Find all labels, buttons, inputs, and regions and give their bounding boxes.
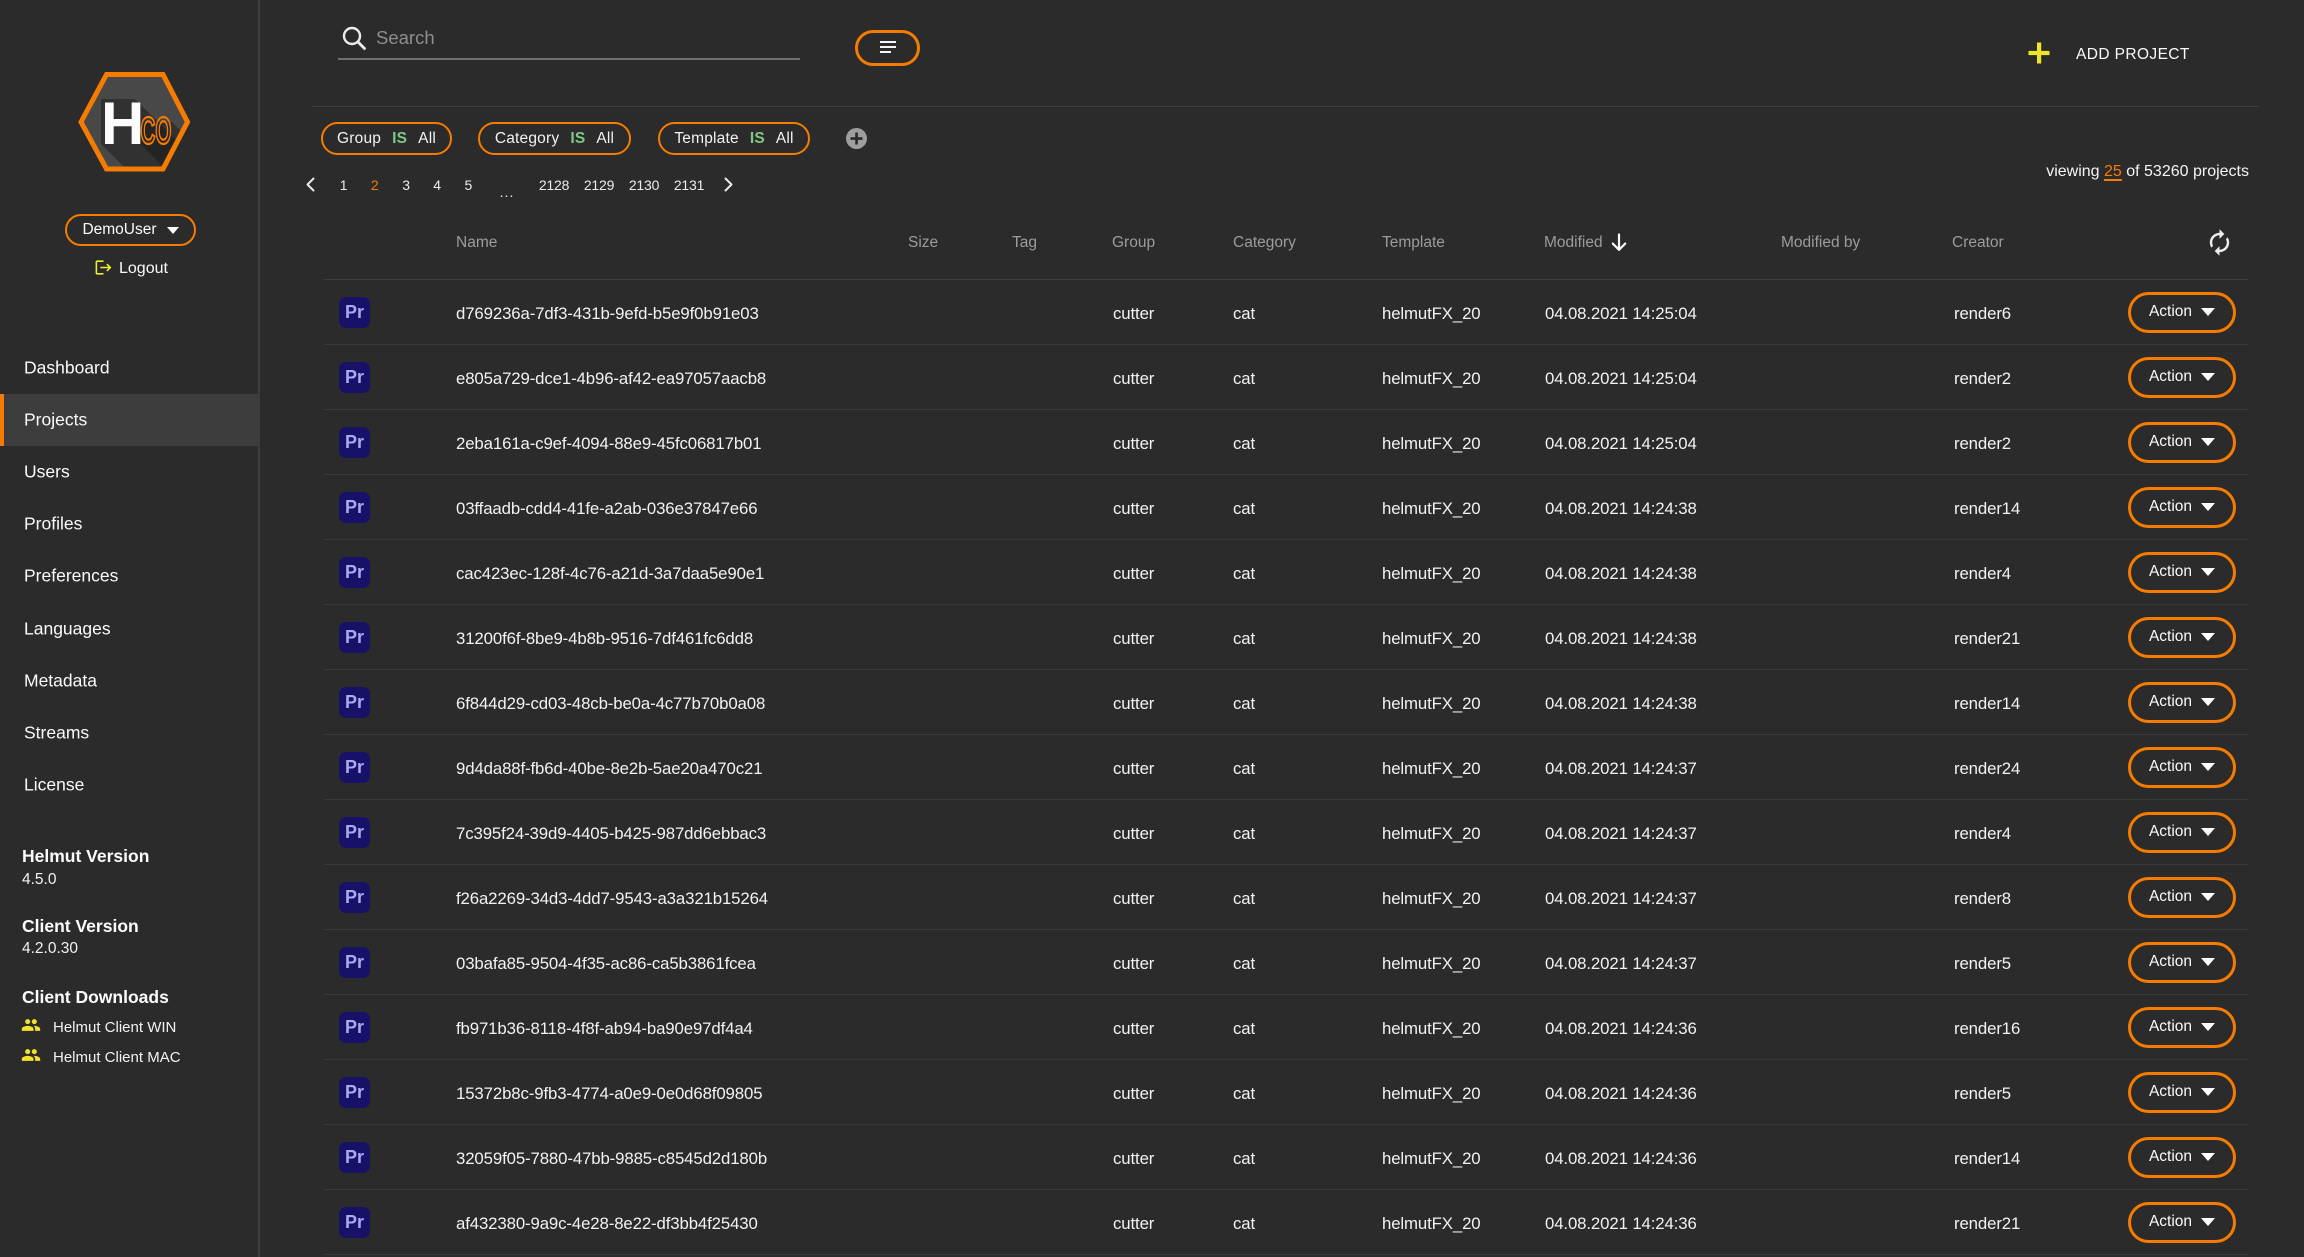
svg-text:CO: CO xyxy=(141,111,172,153)
svg-text:H: H xyxy=(101,90,144,157)
